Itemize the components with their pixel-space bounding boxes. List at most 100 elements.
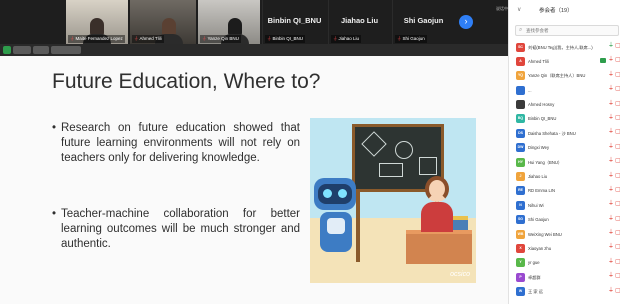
name-tile-2[interactable]: Jiahao Liu ⏚Jiahao Liu (328, 0, 390, 44)
video-tile-label: Ahmed Tlili (139, 36, 162, 41)
mic-muted-icon[interactable]: ⏚ (608, 129, 614, 135)
slide-title: Future Education, Where to? (52, 70, 321, 93)
next-page-button[interactable]: › (459, 15, 473, 29)
panel-header: ∨ 参会者（19） (509, 0, 620, 22)
mic-muted-icon[interactable]: ⏚ (608, 86, 614, 92)
mic-muted-icon[interactable]: ⏚ (608, 244, 614, 250)
mic-muted-icon[interactable]: ⏚ (608, 72, 614, 78)
participant-row[interactable]: DS Daisha Shehata - 沙 BNU ⏚ ▢ (509, 126, 620, 140)
participant-row[interactable]: W王 家 远 ⏚ ▢ (509, 285, 620, 299)
participant-name: Shi Gaojun (528, 217, 549, 223)
video-off-icon[interactable]: ▢ (615, 259, 620, 265)
security-icon[interactable] (3, 46, 11, 54)
mic-muted-icon[interactable]: ⏚ (608, 101, 614, 107)
video-tile-1[interactable]: ⏚Maite Fernandez Lopez (66, 0, 128, 44)
search-input[interactable] (526, 26, 616, 35)
screen-share-menu[interactable] (51, 46, 81, 54)
mic-muted-icon[interactable]: ⏚ (608, 187, 614, 193)
video-off-icon[interactable]: ▢ (615, 216, 620, 222)
view-option-button[interactable] (13, 46, 31, 54)
video-tile-2[interactable]: ⏚Ahmed Tlili (130, 0, 196, 44)
mic-muted-icon[interactable]: ⏚ (608, 144, 614, 150)
meeting-window: ⏚Maite Fernandez Lopez ⏚Ahmed Tlili ⏚Yan… (0, 0, 620, 304)
avatar: P (516, 272, 525, 282)
participant-row[interactable]: Ahmed Hosny ⏚ ▢ (509, 98, 620, 112)
participant-row[interactable]: Yyr gue ⏚ ▢ (509, 256, 620, 270)
mic-muted-icon[interactable]: ⏚ (608, 173, 614, 179)
mic-muted-icon[interactable]: ⏚ (608, 57, 614, 63)
video-off-icon[interactable]: ▢ (615, 158, 620, 164)
mic-muted-icon[interactable]: ⏚ (608, 158, 614, 164)
participant-name: 卓超群 (528, 274, 541, 280)
teacher-figure (425, 176, 449, 202)
participant-row[interactable]: HY Hui Yang（BNU） ⏚ ▢ (509, 155, 620, 169)
video-off-icon[interactable]: ▢ (615, 101, 620, 107)
video-off-icon[interactable]: ▢ (615, 273, 620, 279)
participant-name: Xiaoyan zhu (528, 245, 552, 251)
video-off-icon[interactable]: ▢ (615, 57, 620, 63)
avatar: YQ (516, 71, 525, 81)
video-off-icon[interactable]: ▢ (615, 129, 620, 135)
mic-muted-icon[interactable]: ⏚ (608, 230, 614, 236)
slide-bullet: Research on future education showed that… (52, 121, 300, 166)
participant-name: Hui Yang（BNU） (528, 159, 563, 165)
participant-search[interactable]: ⌕ (515, 25, 619, 36)
participant-name: Nihui Wi (528, 202, 544, 208)
illustration-logo: ocsico (450, 271, 470, 278)
video-off-icon[interactable]: ▢ (615, 187, 620, 193)
mic-muted-icon[interactable]: ⏚ (608, 273, 614, 279)
participant-row[interactable]: SC 刘韬(BNU Teg)(我，主持人,联席...) ⏚ ▢ (509, 40, 620, 54)
slide-bullet: Teacher-machine collaboration for better… (52, 207, 300, 252)
video-tile-label: Yanze Qin BNU (207, 36, 239, 41)
avatar: X (516, 243, 525, 253)
mic-on-icon[interactable]: ⏚ (608, 43, 614, 49)
video-off-icon[interactable]: ▢ (615, 72, 620, 78)
camera-on-icon[interactable] (600, 58, 606, 64)
participant-row[interactable]: X Xiaoyan zhu ⏚ ▢ (509, 241, 620, 255)
participant-row[interactable]: WB WeiXing Wei BNU ⏚ ▢ (509, 227, 620, 241)
name-tile-3[interactable]: Shi Gaojun ⏚Shi Gaojun (392, 0, 454, 44)
desk (406, 230, 472, 264)
mic-muted-icon[interactable]: ⏚ (608, 288, 614, 294)
participant-row[interactable]: SG Shi Gaojun ⏚ ▢ (509, 213, 620, 227)
participant-row[interactable]: N Nihui Wi ⏚ ▢ (509, 198, 620, 212)
participant-name: Daisha Shehata - 沙 BNU (528, 130, 576, 136)
video-off-icon[interactable]: ▢ (615, 230, 620, 236)
video-off-icon[interactable]: ▢ (615, 43, 620, 49)
avatar (516, 85, 525, 95)
participant-row[interactable]: RE RD Emma LIN ⏚ ▢ (509, 184, 620, 198)
mic-muted-icon[interactable]: ⏚ (608, 216, 614, 222)
participant-video (83, 18, 111, 44)
video-off-icon[interactable]: ▢ (615, 115, 620, 121)
mic-muted-icon: ⏚ (70, 36, 75, 41)
mic-muted-icon[interactable]: ⏚ (608, 201, 614, 207)
participant-name: Jiahao Liu (340, 16, 379, 25)
mic-muted-icon: ⏚ (202, 36, 207, 41)
participant-row[interactable]: A Ahmed Tlili ⏚ ▢ (509, 54, 620, 68)
participant-row[interactable]: BQ Binbin QI_BNU ⏚ ▢ (509, 112, 620, 126)
avatar: A (516, 56, 525, 66)
participant-row[interactable]: DW Dingxi Wey ⏚ ▢ (509, 141, 620, 155)
video-off-icon[interactable]: ▢ (615, 288, 620, 294)
video-off-icon[interactable]: ▢ (615, 244, 620, 250)
avatar: DS (516, 128, 525, 138)
video-off-icon[interactable]: ▢ (615, 173, 620, 179)
video-tile-3[interactable]: ⏚Yanze Qin BNU (198, 0, 260, 44)
video-off-icon[interactable]: ▢ (615, 201, 620, 207)
avatar: W (516, 287, 525, 297)
video-tile-label: Maite Fernandez Lopez (75, 36, 123, 41)
participant-row[interactable]: ... ⏚ ▢ (509, 83, 620, 97)
chevron-down-icon[interactable]: ∨ (517, 6, 521, 13)
video-off-icon[interactable]: ▢ (615, 86, 620, 92)
avatar (516, 100, 525, 110)
mic-muted-icon[interactable]: ⏚ (608, 115, 614, 121)
mic-muted-icon[interactable]: ⏚ (608, 259, 614, 265)
name-tile-1[interactable]: Binbin QI_BNU ⏚Binbin QI_BNU (262, 0, 326, 44)
participant-row[interactable]: YQ Yanze Qin（联席主持人）BNU ⏚ ▢ (509, 69, 620, 83)
video-off-icon[interactable]: ▢ (615, 144, 620, 150)
mic-muted-icon: ⏚ (397, 36, 402, 41)
participant-row[interactable]: P 卓超群 ⏚ ▢ (509, 270, 620, 284)
participant-name: ... (528, 87, 532, 93)
participant-row[interactable]: J Jiahao Liu ⏚ ▢ (509, 170, 620, 184)
layout-button[interactable] (33, 46, 49, 54)
